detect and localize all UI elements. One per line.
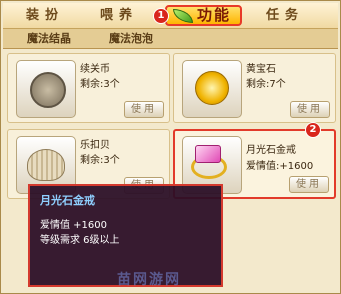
use-button[interactable]: 使用 xyxy=(124,101,164,118)
step-badge-1: 1 xyxy=(153,8,169,24)
coin-icon xyxy=(30,72,66,108)
item-icon-box xyxy=(182,60,242,118)
leaf-icon xyxy=(173,9,193,23)
use-button[interactable]: 使用 xyxy=(289,176,329,193)
tab-task[interactable]: 任务 xyxy=(255,5,315,26)
shell-icon xyxy=(27,149,65,181)
item-name: 黄宝石 xyxy=(246,64,276,75)
tab-feed[interactable]: 喂养 xyxy=(89,5,149,26)
item-icon-box xyxy=(16,60,76,118)
tab-function[interactable]: 功能 xyxy=(165,5,242,26)
item-count: 爱情值:+1600 xyxy=(246,161,314,172)
panel-frame: 装扮 喂养 功能 1 任务 魔法结晶 魔法泡泡 续关币 剩余:3个 使用 黄宝石… xyxy=(0,0,341,294)
watermark-logo: 苗网游网 xyxy=(117,272,181,288)
item-card[interactable]: 黄宝石 剩余:7个 使用 xyxy=(173,53,336,123)
sub-tabs: 魔法结晶 魔法泡泡 xyxy=(3,29,338,49)
use-button[interactable]: 使用 xyxy=(290,101,330,118)
item-name: 月光石金戒 xyxy=(246,145,296,156)
item-count: 剩余:3个 xyxy=(80,79,120,90)
tab-dress[interactable]: 装扮 xyxy=(15,5,75,26)
tooltip-love-value: 爱情值 +1600 xyxy=(40,220,108,231)
item-count: 剩余:3个 xyxy=(80,155,120,166)
gem-icon xyxy=(195,145,221,163)
tooltip-level-requirement: 等级需求 6级以上 xyxy=(40,235,120,246)
top-tabs: 装扮 喂养 功能 1 任务 xyxy=(3,3,338,29)
tooltip-title: 月光石金戒 xyxy=(40,194,95,207)
item-name: 乐扣贝 xyxy=(80,140,110,151)
item-name: 续关币 xyxy=(80,64,110,75)
tab-function-label: 功能 xyxy=(197,6,232,24)
topaz-icon xyxy=(195,71,229,105)
subtab-crystal[interactable]: 魔法结晶 xyxy=(17,29,81,48)
item-card[interactable]: 续关币 剩余:3个 使用 xyxy=(7,53,170,123)
step-badge-2: 2 xyxy=(305,122,321,138)
subtab-bubble[interactable]: 魔法泡泡 xyxy=(99,29,163,48)
item-count: 剩余:7个 xyxy=(246,79,286,90)
